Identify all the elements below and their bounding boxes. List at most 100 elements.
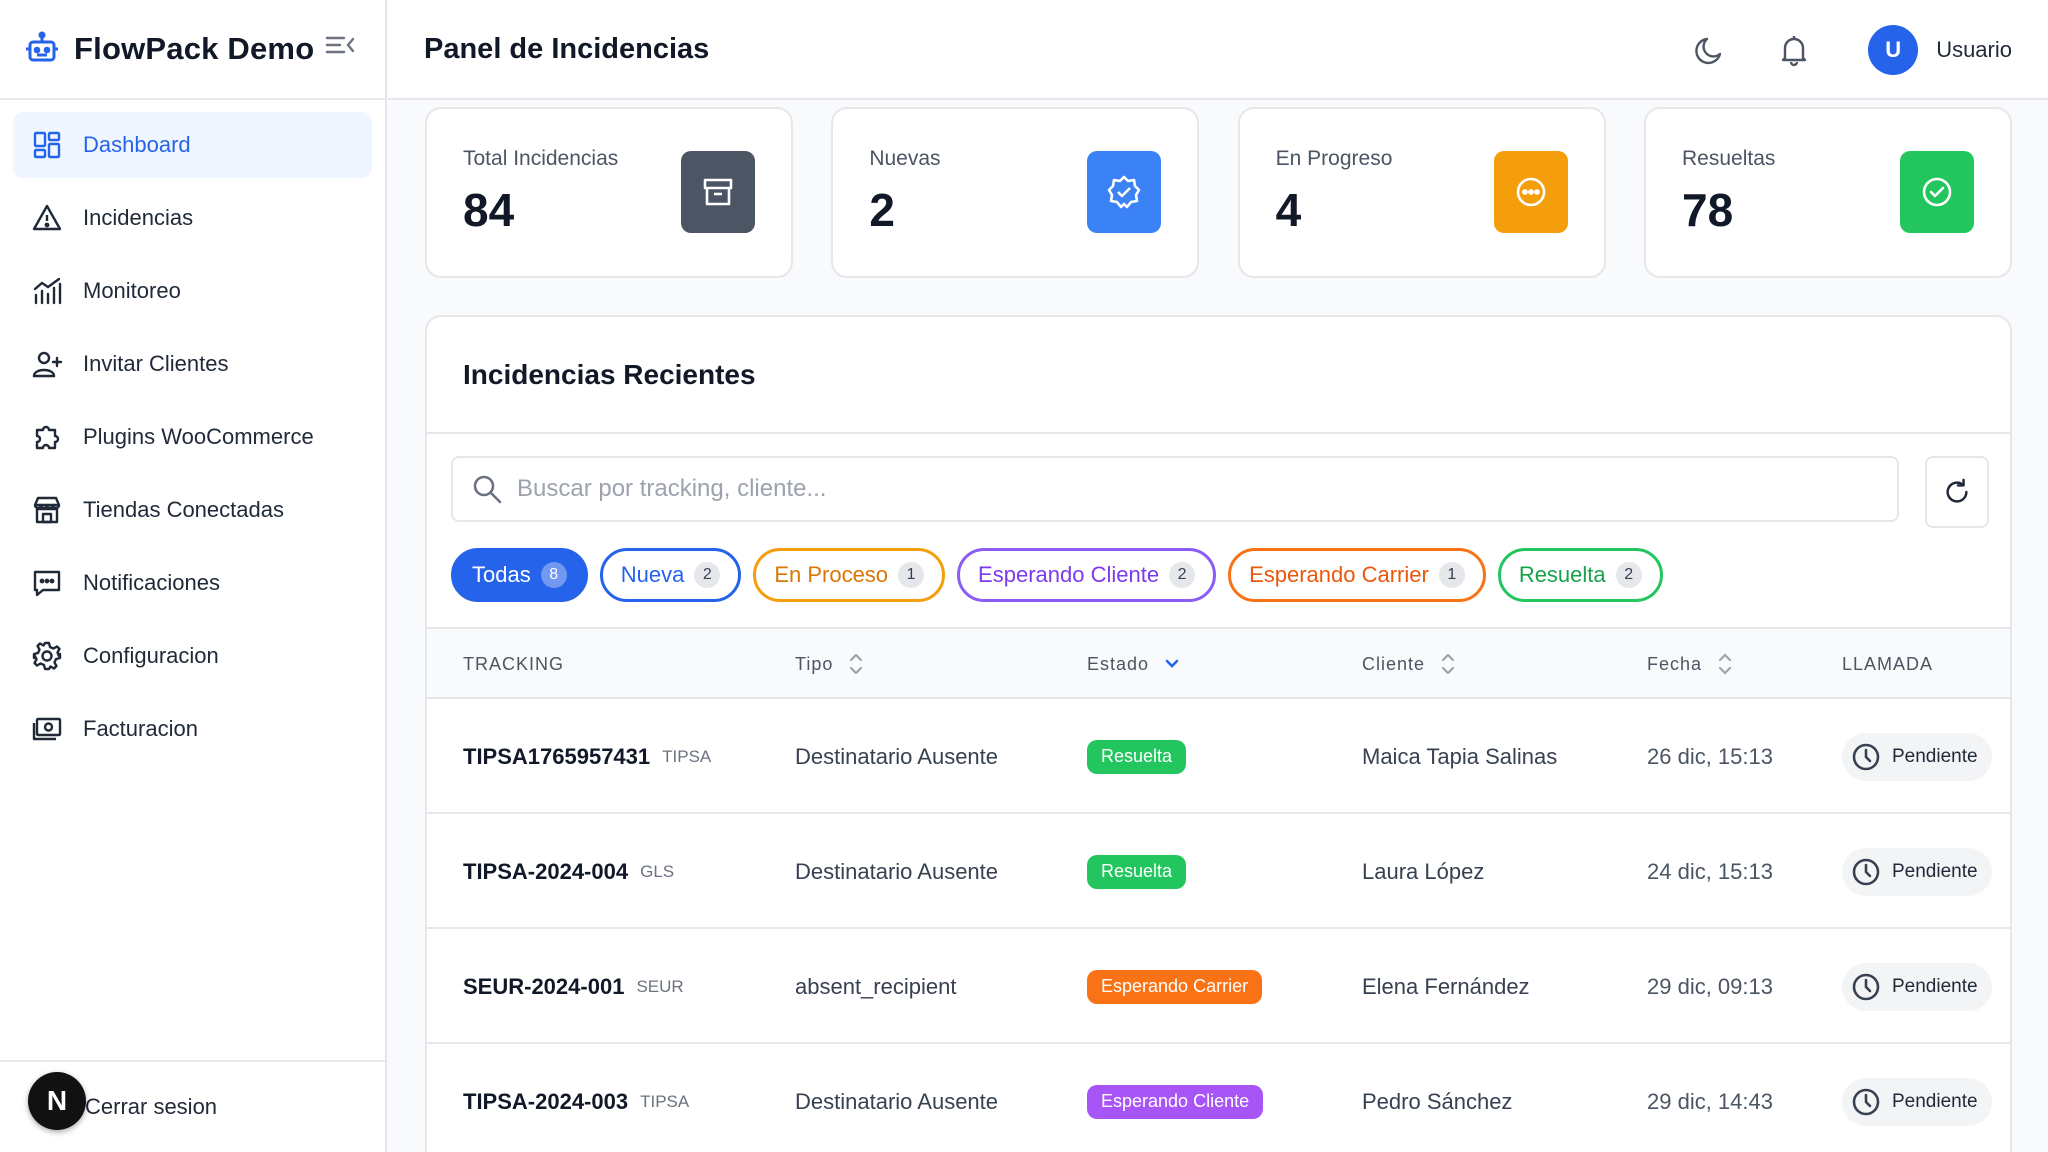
status-badge: Resuelta [1087,854,1187,889]
chip-label: Esperando Carrier [1249,562,1429,587]
sidebar-item-label: Notificaciones [83,570,220,595]
tipo-cell: Destinatario Ausente [795,1088,999,1114]
chart-icon [31,275,63,307]
collapse-menu-icon[interactable] [324,29,356,61]
carrier-label: TIPSA [662,746,712,766]
call-status-pill[interactable]: Pendiente [1842,732,1992,781]
sidebar-item-label: Invitar Clientes [83,351,229,376]
filter-nueva[interactable]: Nueva 2 [599,548,742,602]
top-header: Panel de Incidencias U Usuario [388,0,2048,100]
sidebar-item-label: Configuracion [83,643,219,668]
call-status-label: Pendiente [1892,975,1978,997]
chip-count: 2 [694,562,721,588]
table-row[interactable]: TIPSA-2024-004 GLS Destinatario Ausente R… [427,814,2010,929]
clock-icon [1852,858,1880,885]
carrier-label: GLS [640,861,675,881]
column-header-cliente[interactable]: Cliente [1362,629,1457,699]
tracking-number[interactable]: TIPSA1765957431 [463,744,650,770]
estado-cell: Resuelta [1087,699,1187,814]
tracking-cell: TIPSA-2024-003 TIPSA [463,1044,689,1152]
archive-icon [681,151,755,233]
badge-check-icon [1087,151,1162,233]
column-label: Tipo [795,653,834,674]
cliente-cell: Elena Fernández [1362,973,1530,999]
sidebar-item-monitoreo[interactable]: Monitoreo [13,258,372,324]
column-header-tipo[interactable]: Tipo [795,629,865,699]
fecha-cell: 24 dic, 15:13 [1647,858,1773,884]
stat-card-nuevas: Nuevas 2 [831,107,1200,278]
llamada-cell: Pendiente [1842,1044,1992,1152]
filter-todas[interactable]: Todas 8 [451,548,588,602]
column-label: TRACKING [463,653,565,674]
tracking-number[interactable]: TIPSA-2024-003 [463,1089,628,1115]
status-badge: Resuelta [1087,739,1187,774]
llamada-cell: Pendiente [1842,814,1992,929]
header-actions: U Usuario [1692,0,2012,100]
filter-esperando-cliente[interactable]: Esperando Cliente 2 [957,548,1217,602]
card-header: Incidencias Recientes [427,317,2010,434]
fecha-cell: 26 dic, 15:13 [1647,743,1773,769]
column-header-llamada: LLAMADA [1842,629,1933,699]
brand: FlowPack Demo [0,0,385,100]
logout-label: Cerrar sesion [85,1094,218,1119]
search-input[interactable] [517,475,1817,503]
sidebar-item-incidencias[interactable]: Incidencias [13,185,372,251]
floating-avatar[interactable]: N [28,1072,86,1130]
chip-count: 8 [540,562,567,588]
recent-incidents-card: Incidencias Recientes Todas 8 Nueva 2 En… [425,315,2012,1152]
column-header-tracking: TRACKING [463,629,564,699]
tipo-cell: absent_recipient [795,973,957,999]
robot-logo-icon [26,31,58,62]
user-avatar[interactable]: U [1868,25,1919,75]
table-header: TRACKING Tipo Estado Cliente Fecha LLAMA… [427,629,2010,699]
call-status-pill[interactable]: Pendiente [1842,962,1992,1011]
column-label: Estado [1087,653,1150,674]
filter-chips: Todas 8 Nueva 2 En Proceso 1 Esperando C… [451,548,1675,602]
sidebar-nav: Dashboard Incidencias Monitoreo Invitar … [0,100,385,762]
sidebar-item-invitar-clientes[interactable]: Invitar Clientes [13,331,372,397]
sidebar-item-notificaciones[interactable]: Notificaciones [13,550,372,616]
column-label: Cliente [1362,653,1426,674]
sidebar-item-plugins[interactable]: Plugins WooCommerce [13,404,372,470]
refresh-button[interactable] [1925,456,1989,528]
search-icon [473,475,502,504]
sidebar-item-tiendas[interactable]: Tiendas Conectadas [13,477,372,543]
call-status-pill[interactable]: Pendiente [1842,1077,1992,1126]
moon-icon[interactable] [1692,32,1728,68]
tracking-number[interactable]: TIPSA-2024-004 [463,859,628,885]
cliente-cell: Maica Tapia Salinas [1362,743,1558,769]
puzzle-icon [31,421,63,453]
toolbar: Todas 8 Nueva 2 En Proceso 1 Esperando C… [427,434,2010,629]
column-header-fecha[interactable]: Fecha [1647,629,1734,699]
column-label: LLAMADA [1842,653,1934,674]
column-header-estado[interactable]: Estado [1087,629,1181,699]
filter-esperando-carrier[interactable]: Esperando Carrier 1 [1228,548,1486,602]
status-badge: Esperando Cliente [1087,1084,1264,1119]
tracking-number[interactable]: SEUR-2024-001 [463,974,624,1000]
sidebar: FlowPack Demo Dashboard Incidencias Moni… [0,0,387,1152]
stat-card-total: Total Incidencias 84 [425,107,793,278]
refresh-icon [1946,478,1968,503]
chip-count: 1 [1438,562,1465,588]
tracking-cell: TIPSA-2024-004 GLS [463,814,674,929]
sidebar-item-dashboard[interactable]: Dashboard [13,112,372,178]
chip-label: En Proceso [774,562,889,587]
table-row[interactable]: TIPSA1765957431 TIPSA Destinatario Ausent… [427,699,2010,814]
filter-resuelta[interactable]: Resuelta 2 [1497,548,1663,602]
filter-en-proceso[interactable]: En Proceso 1 [753,548,946,602]
table-row[interactable]: TIPSA-2024-003 TIPSA Destinatario Ausente… [427,1044,2010,1152]
llamada-cell: Pendiente [1842,699,1992,814]
sidebar-item-label: Tiendas Conectadas [83,497,284,522]
call-status-label: Pendiente [1892,745,1978,767]
store-icon [31,494,63,526]
user-name[interactable]: Usuario [1936,37,2012,63]
call-status-pill[interactable]: Pendiente [1842,847,1992,896]
table-row[interactable]: SEUR-2024-001 SEUR absent_recipient Esper… [427,929,2010,1044]
page-title: Panel de Incidencias [424,32,710,65]
gear-icon [31,640,63,672]
sidebar-item-configuracion[interactable]: Configuracion [13,623,372,689]
sidebar-item-facturacion[interactable]: Facturacion [13,696,372,762]
tracking-cell: SEUR-2024-001 SEUR [463,929,684,1044]
bell-icon[interactable] [1776,32,1812,68]
user-plus-icon [31,348,63,380]
